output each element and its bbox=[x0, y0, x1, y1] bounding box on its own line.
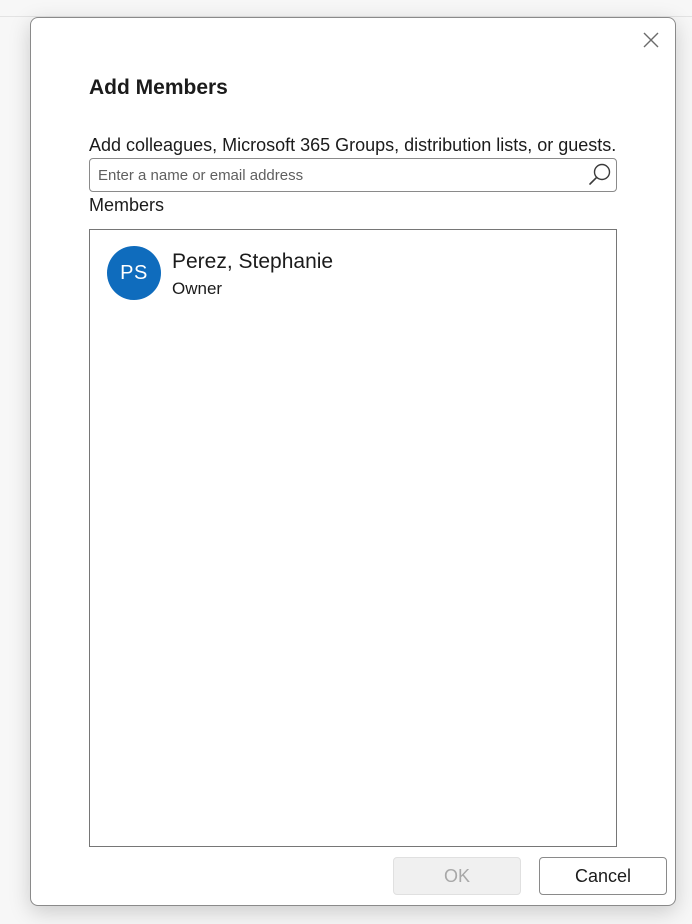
instructions-text: Add colleagues, Microsoft 365 Groups, di… bbox=[89, 135, 617, 155]
search-box bbox=[89, 158, 617, 192]
member-item[interactable]: PS Perez, Stephanie Owner bbox=[107, 246, 587, 302]
search-input[interactable] bbox=[98, 159, 578, 191]
add-members-dialog: Add Members Add colleagues, Microsoft 36… bbox=[30, 17, 676, 906]
close-icon bbox=[643, 32, 659, 48]
member-name: Perez, Stephanie bbox=[172, 250, 334, 273]
members-list[interactable]: PS Perez, Stephanie Owner bbox=[89, 229, 617, 847]
dialog-title: Add Members bbox=[89, 76, 228, 99]
ok-button[interactable]: OK bbox=[393, 857, 521, 895]
close-button[interactable] bbox=[637, 28, 665, 52]
members-label: Members bbox=[89, 195, 165, 215]
member-role: Owner bbox=[172, 279, 223, 298]
cancel-button[interactable]: Cancel bbox=[539, 857, 667, 895]
avatar: PS bbox=[107, 246, 161, 300]
search-icon[interactable] bbox=[587, 162, 613, 188]
